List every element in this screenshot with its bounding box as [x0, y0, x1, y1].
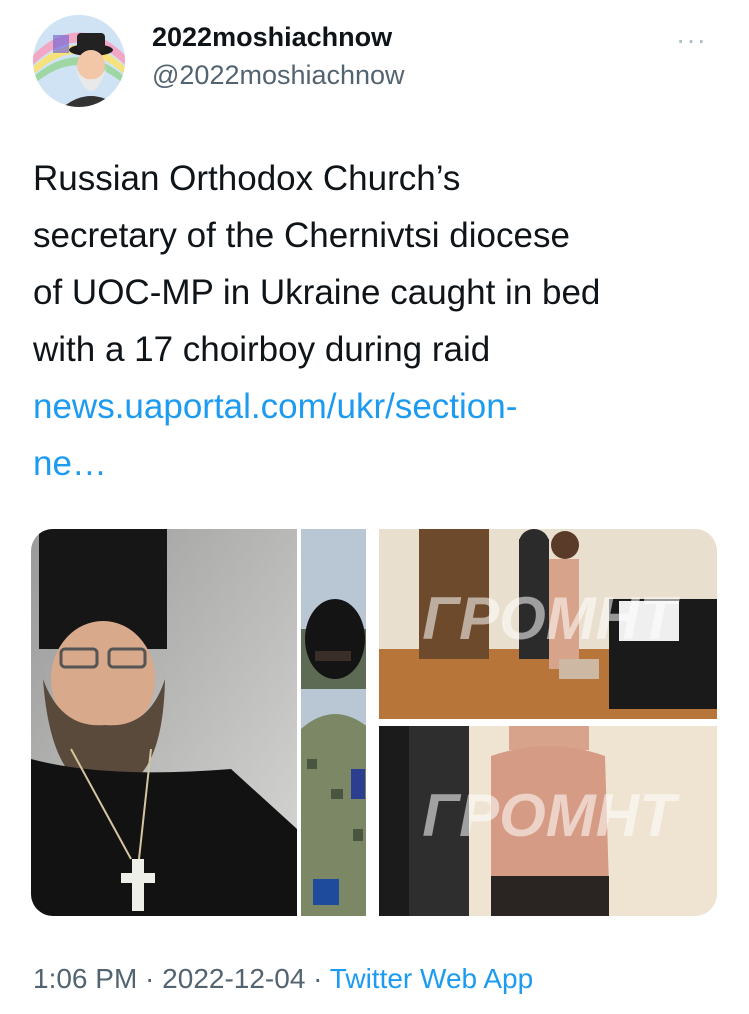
- media-image-wall[interactable]: ГРОМНТ: [379, 726, 717, 916]
- user-handle[interactable]: @2022moshiachnow: [152, 60, 405, 91]
- tweet-meta: 1:06 PM · 2022-12-04 · Twitter Web App: [33, 963, 533, 995]
- tweet-text-line: Russian Orthodox Church’s: [33, 159, 461, 198]
- meta-separator: ·: [137, 963, 163, 994]
- media-grid: ГРОМНТ ГРОМНТ: [31, 529, 717, 916]
- tweet-time[interactable]: 1:06 PM: [33, 963, 137, 994]
- media-image-room[interactable]: ГРОМНТ: [379, 529, 717, 719]
- tweet-link[interactable]: news.uaportal.com/ukr/section-: [33, 387, 517, 426]
- tweet-text: Russian Orthodox Church’s secretary of t…: [33, 150, 723, 492]
- tweet-text-line: with a 17 choirboy during raid: [33, 330, 491, 369]
- tweet-text-line: of UOC-MP in Ukraine caught in bed: [33, 273, 601, 312]
- tweet-source[interactable]: Twitter Web App: [330, 963, 533, 994]
- tweet-date[interactable]: 2022-12-04: [162, 963, 305, 994]
- tweet-text-line: secretary of the Chernivtsi diocese: [33, 216, 570, 255]
- avatar[interactable]: [33, 15, 125, 107]
- meta-separator: ·: [305, 963, 330, 994]
- tweet-link-continued[interactable]: ne…: [33, 444, 107, 483]
- watermark: ГРОМНТ: [422, 585, 680, 652]
- media-image-priest[interactable]: [31, 529, 370, 916]
- display-name[interactable]: 2022moshiachnow: [152, 22, 392, 53]
- watermark: ГРОМНТ: [422, 782, 680, 849]
- more-dots-icon[interactable]: ···: [676, 24, 707, 56]
